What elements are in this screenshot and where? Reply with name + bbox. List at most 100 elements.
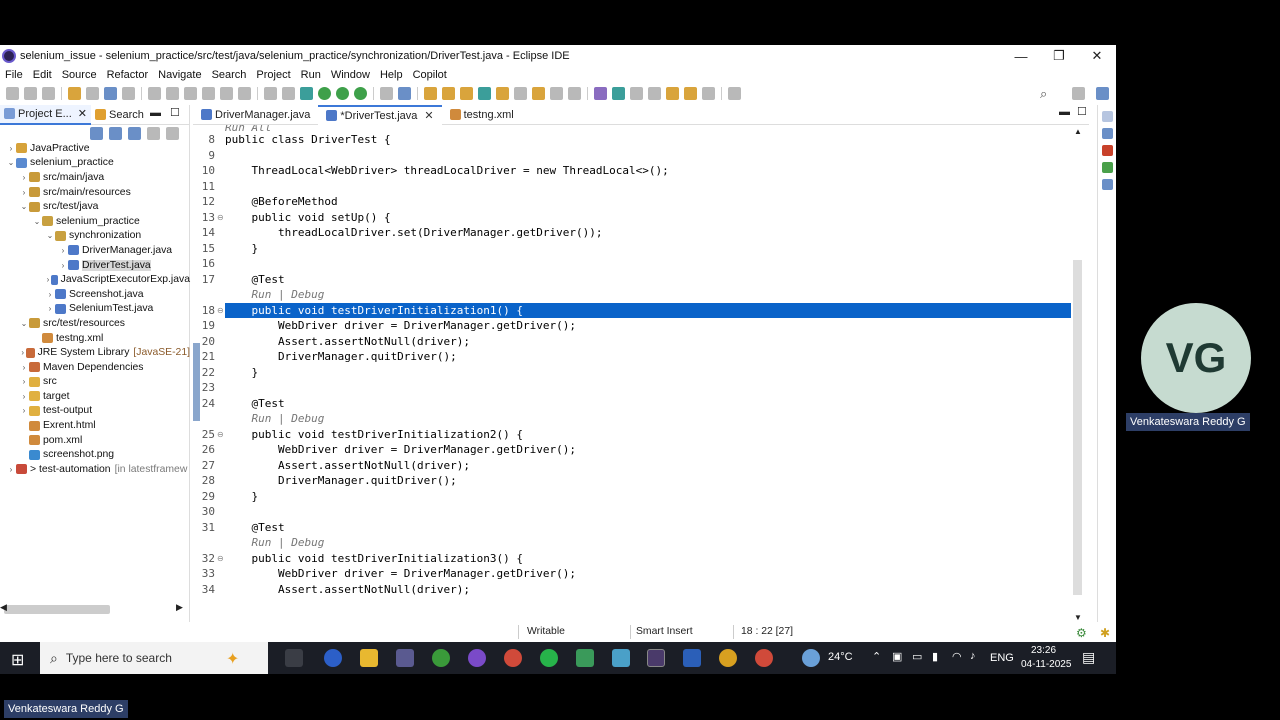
highlight-icon[interactable] [496,86,509,100]
new-class-icon[interactable] [398,86,411,100]
run-icon[interactable] [318,86,331,100]
pin-icon[interactable] [728,86,741,100]
code-line[interactable]: } [225,489,258,504]
run-debug-lens[interactable]: Run | Debug [225,535,324,550]
maximize-icon[interactable]: ☐ [170,106,180,119]
bulb-icon[interactable]: ✱ [1100,626,1110,640]
expand-toggle-icon[interactable]: › [19,377,29,386]
next-annotation-icon[interactable] [630,86,643,100]
skip-breakpoints-icon[interactable] [122,86,135,100]
collapse-all-icon[interactable] [90,127,103,140]
forward-icon[interactable] [702,86,715,100]
expand-toggle-icon[interactable]: › [6,465,16,474]
tree-item[interactable]: › src/main/java [0,170,190,185]
filter-icon[interactable] [128,127,141,140]
tab-drivermanager[interactable]: DriverManager.java [193,105,318,125]
build-icon[interactable] [300,86,313,100]
code-line[interactable]: WebDriver driver = DriverManager.getDriv… [225,566,576,581]
menu-refactor[interactable]: Refactor [107,69,149,81]
maximize-button[interactable]: ❐ [1040,45,1078,67]
minimize-icon[interactable]: ▬ [150,107,161,119]
menu-help[interactable]: Help [380,69,403,81]
code-line[interactable]: WebDriver driver = DriverManager.getDriv… [225,442,576,457]
code-line[interactable]: @Test [225,396,284,411]
code-line[interactable]: DriverManager.quitDriver(); [225,473,457,488]
editor-minimize-icon[interactable]: ▬ [1059,106,1070,118]
app-icon[interactable] [612,649,630,667]
task-list-icon[interactable] [1101,128,1113,139]
word-icon[interactable] [683,649,701,667]
expand-toggle-icon[interactable]: › [45,290,55,299]
scroll-left-icon[interactable]: ◀ [0,602,7,613]
expand-toggle-icon[interactable]: › [19,392,29,401]
tree-item[interactable]: › test-output [0,404,190,419]
tree-item[interactable]: › Screenshot.java [0,287,190,302]
step-return-icon[interactable] [238,86,251,100]
more-icon[interactable] [166,127,179,140]
tree-item[interactable]: ⌄ src/test/resources [0,316,190,331]
word-wrap-icon[interactable] [550,86,563,100]
fold-toggle-icon[interactable]: ⊖ [217,306,224,315]
expand-toggle-icon[interactable]: › [6,144,16,153]
step-into-icon[interactable] [202,86,215,100]
tree-item[interactable]: › DriverTest.java [0,258,190,273]
scroll-right-icon[interactable]: ▶ [176,602,183,613]
tree-item[interactable]: › JavaPractive [0,141,190,156]
menu-run[interactable]: Run [301,69,321,81]
redo-icon[interactable] [86,86,99,100]
tab-drivertest[interactable]: *DriverTest.java ✕ [318,104,442,125]
notepad-plus-icon[interactable] [576,649,594,667]
mic-icon[interactable]: ▮ [932,650,938,663]
block-selection-icon[interactable] [532,86,545,100]
open-type-icon[interactable] [424,86,437,100]
show-hidden-icons-icon[interactable]: ⌃ [872,650,881,663]
problems-icon[interactable] [1101,145,1113,156]
tab-search[interactable]: Search [91,105,148,125]
insert-mode-status[interactable]: Smart Insert [636,626,693,637]
debug-icon[interactable] [336,86,349,100]
resume-icon[interactable] [148,86,161,100]
code-line[interactable]: public void testDriverInitialization1() … [225,302,1071,318]
tab-testng[interactable]: testng.xml [442,105,522,125]
new-icon[interactable] [6,86,19,100]
chrome-profile-icon[interactable] [504,649,522,667]
open-task-icon[interactable] [442,86,455,100]
app-icon[interactable] [396,649,414,667]
menu-edit[interactable]: Edit [33,69,52,81]
expand-toggle-icon[interactable]: ⌄ [32,217,42,226]
code-line[interactable]: DriverManager.quitDriver(); [225,349,457,364]
chrome-icon[interactable] [432,649,450,667]
menu-file[interactable]: File [5,69,23,81]
tab-project-explorer[interactable]: Project E... ✕ [0,104,92,125]
tree-scrollbar[interactable] [4,605,110,614]
code-line[interactable]: Assert.assertNotNull(driver); [225,458,470,473]
expand-toggle-icon[interactable]: › [45,304,55,313]
external-tools-icon[interactable] [354,86,367,100]
code-line[interactable]: public void setUp() { [225,210,390,225]
outline-view-icon[interactable] [1101,111,1113,122]
code-line[interactable]: @Test [225,272,284,287]
save-all-icon[interactable] [42,86,55,100]
annotation-icon[interactable] [514,86,527,100]
link-editor-icon[interactable] [109,127,122,140]
run-debug-lens[interactable]: Run | Debug [225,411,324,426]
chrome-icon[interactable] [719,649,737,667]
copilot-icon[interactable] [594,86,607,100]
clock-time[interactable]: 23:26 [1031,645,1056,656]
expand-toggle-icon[interactable]: › [19,348,26,357]
expand-toggle-icon[interactable]: › [58,261,68,270]
tree-item[interactable]: › SeleniumTest.java [0,302,190,317]
code-line[interactable]: public class DriverTest { [225,132,391,147]
code-line[interactable]: Assert.assertNotNull(driver); [225,582,470,597]
taskbar-search[interactable]: ⌕ Type here to search ✦ [40,642,268,674]
expand-toggle-icon[interactable]: › [19,363,29,372]
teams-icon[interactable] [468,649,486,667]
scroll-up-icon[interactable]: ▲ [1074,127,1082,136]
editor-maximize-icon[interactable]: ☐ [1077,105,1087,118]
run-debug-lens[interactable]: Run | Debug [225,287,324,302]
terminal-icon[interactable] [104,86,117,100]
code-area[interactable]: Run All public class DriverTest { Thread… [225,125,1071,622]
menu-window[interactable]: Window [331,69,370,81]
back-icon[interactable] [684,86,697,100]
chrome-icon[interactable] [755,649,773,667]
